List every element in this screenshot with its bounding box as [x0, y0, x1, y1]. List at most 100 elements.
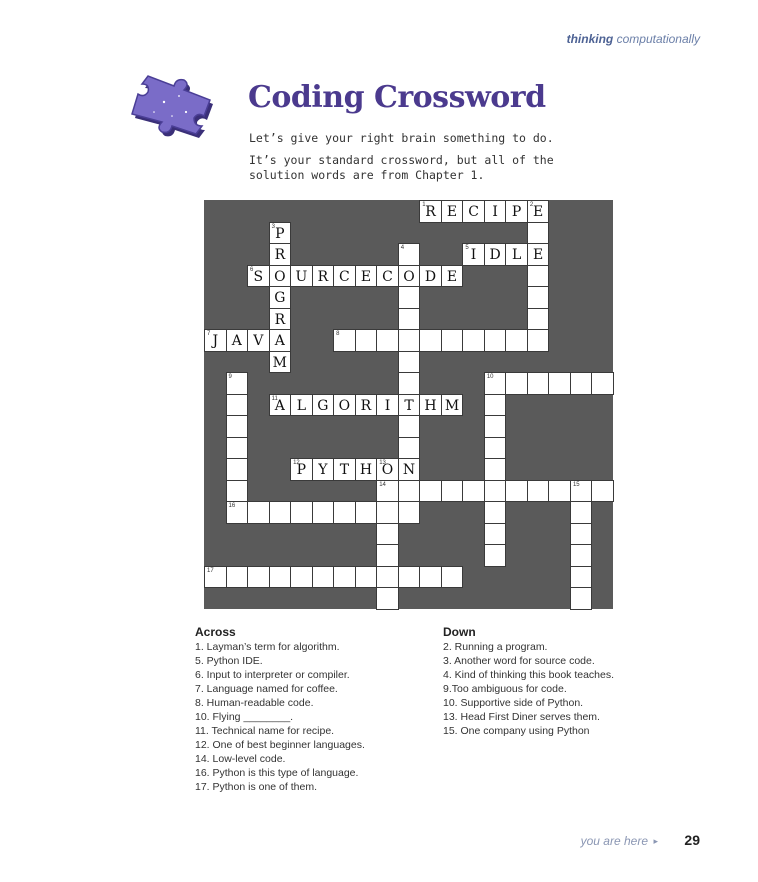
crossword-cell [526, 264, 550, 288]
crossword-cell [397, 501, 421, 524]
crossword-cell [483, 393, 507, 417]
down-clue: 10. Supportive side of Python. [443, 697, 584, 709]
crossword-cell [440, 479, 464, 503]
crossword-cell: I [376, 393, 399, 417]
crossword-cell: R [311, 264, 335, 288]
down-clue: 15. One company using Python [443, 725, 590, 737]
crossword-cell [397, 286, 421, 309]
cell-letter: T [404, 397, 414, 414]
crossword-cell: 16 [225, 501, 249, 524]
crossword-cell [569, 372, 593, 395]
cell-letter: E [446, 268, 458, 285]
crossword-cell [397, 307, 421, 331]
crossword-cell: T [397, 393, 421, 417]
crossword-cell [483, 415, 507, 438]
cell-letter: P [275, 225, 285, 242]
crossword-cell [462, 329, 485, 352]
crossword-cell: 14 [376, 479, 399, 503]
page-number: 29 [684, 832, 700, 848]
crossword-grid: 1 R E C I P 2 E 3 P R 4 5 I D L E 6 S O U R C E C O D E G R 7 J A V A 8 M 9 10… [204, 200, 614, 610]
crossword-cell: O [333, 393, 356, 417]
crossword-cell [548, 479, 571, 503]
crossword-cell: C [376, 264, 399, 288]
cell-letter: R [425, 204, 436, 220]
cell-letter: H [359, 462, 373, 479]
down-clue: 3. Another word for source code. [443, 655, 595, 667]
crossword-cell [268, 501, 292, 524]
across-clue: 16. Python is this type of language. [195, 767, 359, 779]
crossword-cell [397, 415, 421, 438]
crossword-cell [569, 544, 593, 567]
crossword-cell: Y [311, 458, 335, 481]
crossword-cell: C [462, 200, 485, 223]
across-clue: 1. Layman’s term for algorithm. [195, 641, 340, 653]
section-header-rest: computationally [616, 32, 700, 46]
cell-letter: U [295, 268, 308, 285]
crossword-cell: 8 [333, 329, 356, 352]
crossword-cell [419, 329, 442, 352]
cell-letter: A [274, 397, 285, 414]
cell-letter: R [274, 247, 286, 264]
cell-letter: N [402, 462, 416, 479]
crossword-cell: N [397, 458, 421, 481]
crossword-cell [526, 329, 550, 352]
cell-letter: I [384, 397, 391, 414]
crossword-cell [311, 565, 335, 589]
crossword-cell [505, 479, 528, 503]
crossword-cell [247, 501, 270, 524]
crossword-cell [419, 479, 442, 503]
crossword-cell [526, 307, 550, 331]
crossword-cell [569, 522, 593, 546]
crossword-cell: R [354, 393, 378, 417]
crossword-cell [225, 436, 249, 460]
crossword-cell [376, 501, 399, 524]
crossword-cell: V [247, 329, 270, 352]
down-clue: 4. Kind of thinking this book teaches. [443, 669, 615, 681]
crossword-cell [569, 587, 593, 610]
intro-line-3: solution words are from Chapter 1. [249, 168, 485, 182]
crossword-cell: E [440, 200, 464, 223]
crossword-cell [225, 565, 249, 589]
crossword-cell: O [397, 264, 421, 288]
crossword-cell [483, 436, 507, 460]
crossword-cell [483, 479, 507, 503]
crossword-cell: 5I [462, 243, 485, 266]
cell-letter: J [212, 333, 219, 350]
crossword-cell: R [268, 243, 292, 266]
crossword-cell: 2E [526, 200, 550, 223]
crossword-cell [290, 565, 313, 589]
crossword-cell: 4 [397, 243, 421, 266]
crossword-cell [419, 565, 442, 589]
down-clue: 2. Running a program. [443, 641, 548, 653]
cell-letter: H [424, 397, 437, 414]
crossword-cell: 11 A [268, 393, 292, 417]
cell-letter: T [339, 462, 350, 479]
crossword-cell [526, 221, 550, 245]
down-heading: Down [443, 625, 476, 639]
crossword-cell [397, 479, 421, 503]
cell-letter: D [489, 247, 501, 264]
crossword-cell [526, 479, 550, 503]
crossword-cell: A [225, 329, 249, 352]
crossword-cell [268, 565, 292, 589]
crossword-cell [225, 393, 249, 417]
crossword-cell [483, 458, 507, 481]
crossword-cell [376, 544, 399, 567]
crossword-cell [505, 372, 528, 395]
down-clue: 13. Head First Diner serves them. [443, 711, 600, 723]
crossword-cell: H [354, 458, 378, 481]
across-clue: 8. Human-readable code. [195, 697, 314, 709]
you-are-here-label: you are here [580, 834, 648, 848]
crossword-cell: 10 [483, 372, 507, 395]
crossword-cell: 12 P [290, 458, 313, 481]
crossword-cell: C [333, 264, 356, 288]
cell-letter: E [360, 268, 372, 285]
clue-number: 14 [379, 481, 386, 488]
cell-letter: M [272, 354, 287, 371]
across-clue: 10. Flying ________. [195, 711, 294, 723]
crossword-cell [505, 329, 528, 352]
cell-letter: G [317, 397, 329, 414]
crossword-cell [376, 329, 399, 352]
cell-letter: C [382, 268, 393, 285]
crossword-cell [225, 458, 249, 481]
